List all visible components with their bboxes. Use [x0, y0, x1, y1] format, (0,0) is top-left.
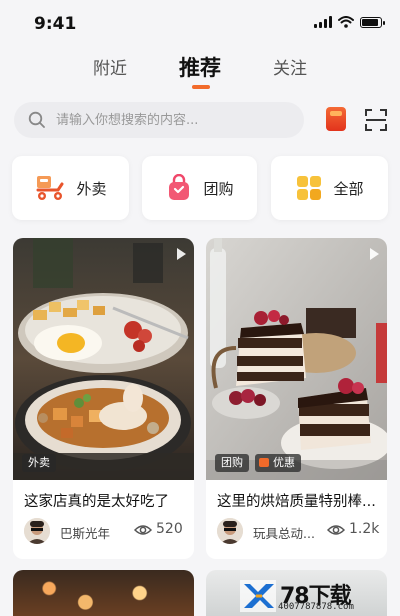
- watermark: 78下载 4007787878.com: [240, 578, 396, 614]
- gift-icon: [259, 458, 269, 467]
- avatar[interactable]: [217, 518, 243, 544]
- active-tab-indicator: [192, 85, 210, 89]
- feed-card-partial[interactable]: [13, 570, 194, 616]
- red-packet-icon[interactable]: [326, 107, 346, 131]
- author-name[interactable]: 玩具总动...: [253, 523, 315, 542]
- avatar[interactable]: [24, 518, 50, 544]
- card-image-cake: [206, 238, 387, 480]
- search-input[interactable]: [54, 111, 288, 129]
- category-all[interactable]: 全部: [271, 156, 388, 220]
- status-icons: [314, 16, 385, 28]
- eye-icon: [134, 525, 152, 535]
- media-indicator-icon: [177, 248, 186, 260]
- watermark-logo-icon: [240, 580, 276, 612]
- card-title: 这家店真的是太好吃了: [24, 494, 169, 510]
- status-bar: 9:41: [0, 0, 400, 44]
- eye-icon: [327, 525, 345, 535]
- feed-card[interactable]: 团购 优惠 这里的烘焙质量特别棒... 玩具总动... 1.2k: [206, 238, 387, 559]
- author-name[interactable]: 巴斯光年: [60, 523, 110, 542]
- card-title: 这里的烘焙质量特别棒...: [217, 494, 376, 510]
- category-label: 外卖: [76, 179, 107, 198]
- scooter-icon: [36, 176, 64, 200]
- category-takeout[interactable]: 外卖: [12, 156, 129, 220]
- top-tabs: 附近 推荐 关注: [0, 54, 400, 90]
- search-icon: [28, 111, 45, 128]
- category-label: 团购: [203, 179, 234, 198]
- search-bar[interactable]: [14, 102, 304, 138]
- view-count: 520: [156, 521, 183, 537]
- grid-icon: [297, 176, 322, 200]
- media-indicator-icon: [370, 248, 379, 260]
- card-image-food: [13, 238, 194, 480]
- scan-icon[interactable]: [364, 108, 388, 132]
- feed-card[interactable]: 外卖 这家店真的是太好吃了 巴斯光年 520: [13, 238, 194, 559]
- tag-badge: 外卖: [22, 454, 56, 472]
- signal-icon: [314, 16, 332, 28]
- category-label: 全部: [333, 179, 364, 198]
- watermark-url: 4007787878.com: [278, 602, 354, 612]
- tab-recommend[interactable]: 推荐: [179, 52, 221, 82]
- tag-badge: 团购: [215, 454, 249, 472]
- view-count: 1.2k: [349, 521, 380, 537]
- discount-badge: 优惠: [255, 454, 301, 472]
- tab-following[interactable]: 关注: [273, 54, 307, 79]
- wifi-icon: [338, 16, 354, 28]
- category-group-buy[interactable]: 团购: [142, 156, 257, 220]
- tag-label: 优惠: [273, 456, 295, 469]
- tab-nearby[interactable]: 附近: [93, 54, 127, 79]
- battery-icon: [360, 16, 385, 28]
- shopping-bag-icon: [169, 174, 190, 200]
- status-time: 9:41: [34, 14, 77, 34]
